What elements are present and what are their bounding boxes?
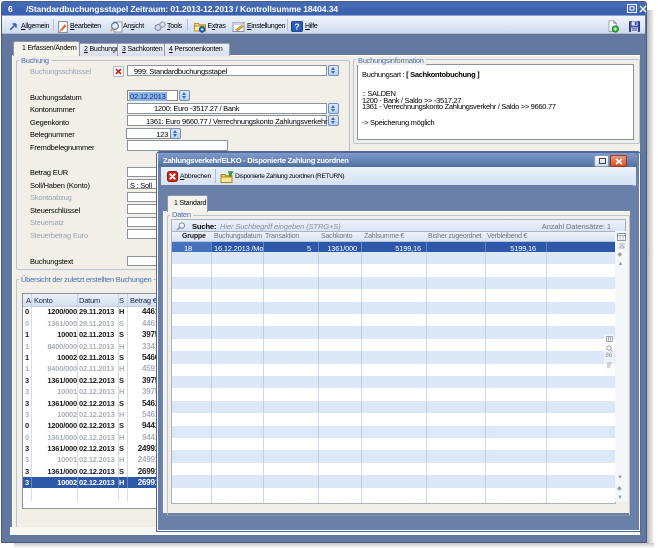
svg-text:?: ?: [294, 22, 299, 32]
